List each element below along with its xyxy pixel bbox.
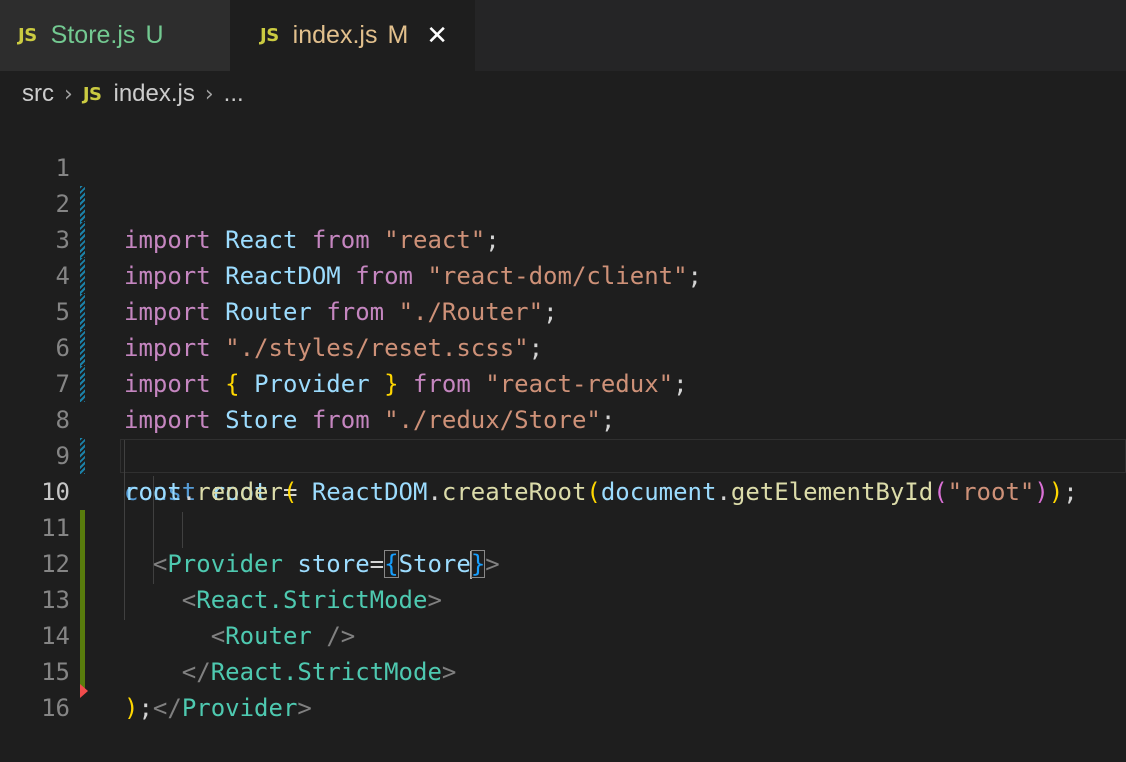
code-line[interactable]: 2 import ReactDOM from "react-dom/client…: [0, 150, 1126, 290]
code-line[interactable]: 13 </React.StrictMode>: [0, 546, 1126, 686]
chevron-right-icon: ›: [204, 81, 214, 107]
tab-label: index.js: [292, 21, 378, 49]
code-line[interactable]: 1 import React from "react";: [0, 114, 1126, 254]
tab-bar: JS Store.js U JS index.js M ✕: [0, 0, 1126, 71]
code-line[interactable]: 9 root.render(: [0, 402, 1126, 506]
code-line-current[interactable]: 10 <Provider store={Store}>: [0, 438, 1126, 579]
breadcrumb-more[interactable]: ...: [224, 80, 244, 108]
javascript-file-icon: JS: [260, 25, 279, 46]
breadcrumb-file[interactable]: index.js: [113, 80, 194, 108]
code-line[interactable]: 11 <React.StrictMode>: [0, 474, 1126, 614]
code-line[interactable]: 14 </Provider>: [0, 582, 1126, 722]
javascript-file-icon: JS: [82, 83, 102, 105]
javascript-file-icon: JS: [18, 25, 37, 46]
code-line[interactable]: 12 <Router />: [0, 510, 1126, 650]
tab-index-js[interactable]: JS index.js M ✕: [230, 0, 475, 71]
modified-status: M: [387, 21, 409, 49]
code-line[interactable]: 5 import { Provider } from "react-redux"…: [0, 258, 1126, 398]
code-line[interactable]: 4 import "./styles/reset.scss";: [0, 222, 1126, 362]
breadcrumb-folder[interactable]: src: [22, 80, 54, 108]
code-line[interactable]: 16: [0, 654, 1126, 722]
gutter-deleted-indicator[interactable]: [80, 684, 88, 698]
close-icon[interactable]: ✕: [426, 23, 448, 49]
code-line[interactable]: 6 import Store from "./redux/Store";: [0, 294, 1126, 434]
code-line[interactable]: 7: [0, 330, 1126, 398]
tab-label: Store.js: [50, 21, 136, 49]
code-line[interactable]: 15 );: [0, 618, 1126, 722]
breadcrumb: src › JS index.js › ...: [22, 76, 244, 112]
tab-store-js[interactable]: JS Store.js U: [0, 0, 230, 71]
code-line[interactable]: 8 const root = ReactDOM.createRoot(docum…: [0, 366, 1126, 506]
code-line[interactable]: 3 import Router from "./Router";: [0, 186, 1126, 326]
code-editor[interactable]: 1 import React from "react"; 2 import Re…: [0, 114, 1126, 730]
chevron-right-icon: ›: [64, 81, 73, 107]
line-number: 16: [41, 694, 70, 722]
untracked-status: U: [145, 21, 164, 49]
